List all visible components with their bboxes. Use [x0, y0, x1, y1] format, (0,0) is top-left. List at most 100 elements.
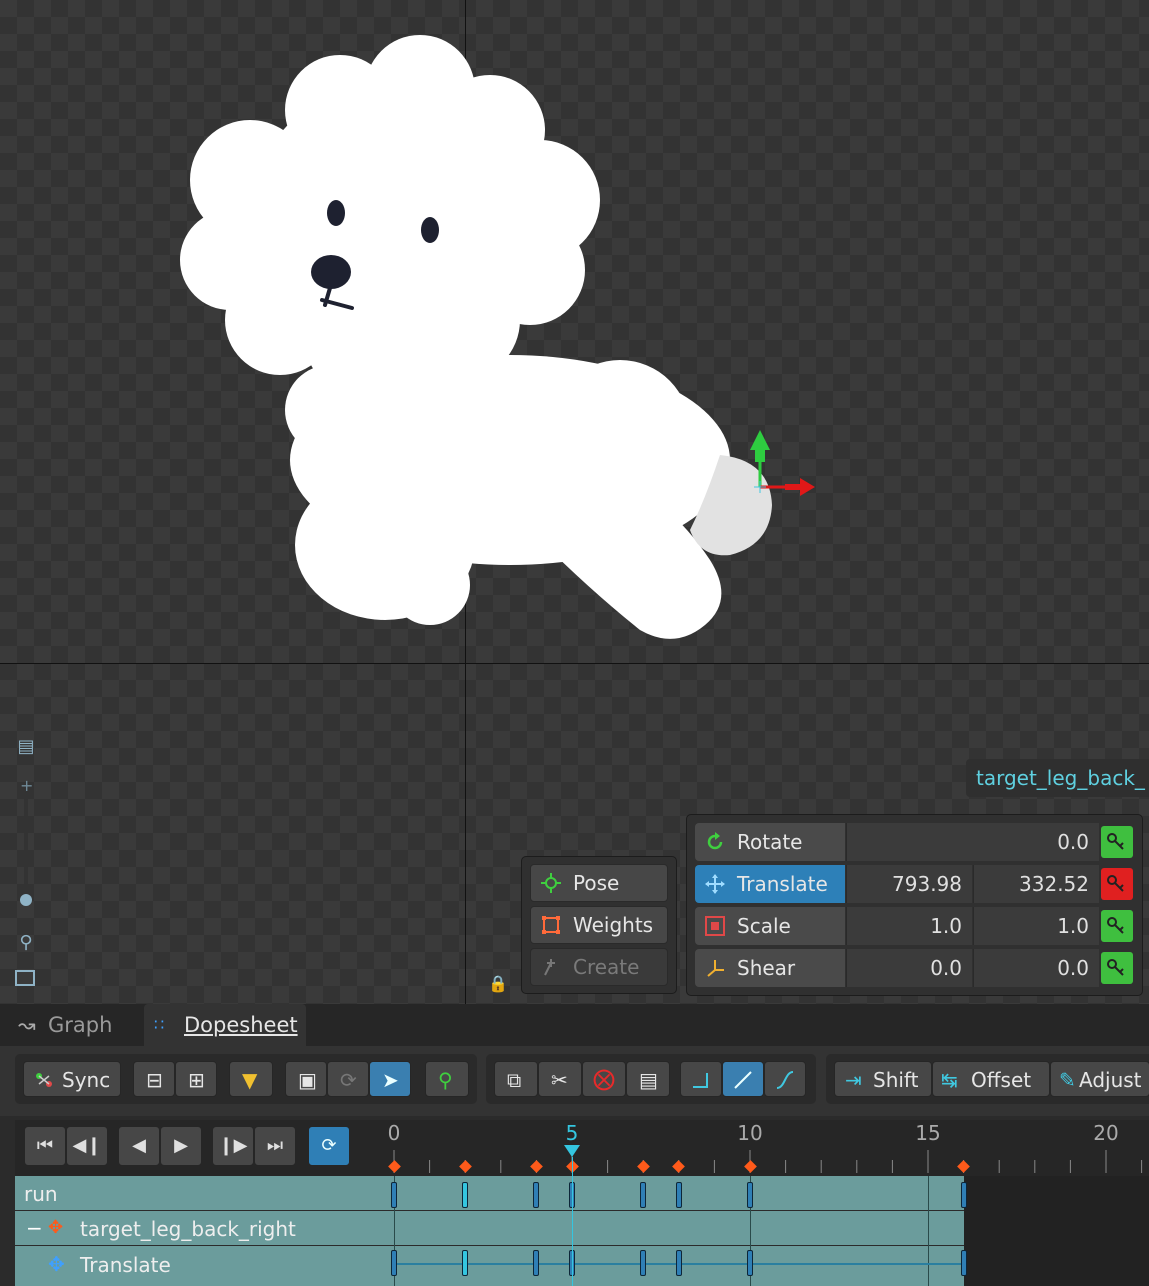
lock-button[interactable]: ▣: [285, 1061, 327, 1097]
keyframe[interactable]: [533, 1250, 540, 1276]
fit-view-icon[interactable]: [15, 970, 35, 986]
key-diamond[interactable]: [636, 1160, 650, 1173]
collapse-icon: ⊟: [146, 1068, 163, 1092]
expand-button[interactable]: ⊞: [175, 1061, 217, 1097]
keyframe[interactable]: [391, 1182, 397, 1208]
shift-button[interactable]: ⇥ Shift: [834, 1061, 932, 1097]
key-diamond[interactable]: [530, 1160, 543, 1173]
paste-button[interactable]: ▤: [626, 1061, 670, 1097]
dopesheet-timeline: ⏮ ◀❙ ◀ ▶ ❙▶ ⏭ ⟳ 0 5 10 15 20 run − ✥ target_…: [0, 1116, 1149, 1286]
scale-icon: [705, 916, 725, 936]
adjust-button[interactable]: ✎ Adjust: [1050, 1061, 1149, 1097]
translate-y-field[interactable]: 332.52: [973, 865, 1099, 903]
scale-label: Scale: [737, 914, 791, 938]
key-icon: [1107, 959, 1124, 976]
lock-icon[interactable]: 🔒: [488, 974, 508, 993]
delete-button[interactable]: ⨂: [582, 1061, 626, 1097]
translate-x-field[interactable]: 793.98: [846, 865, 972, 903]
ruler-icon[interactable]: ▤: [15, 736, 37, 758]
select-key-button[interactable]: ➤: [369, 1061, 411, 1097]
bottom-tab-bar: ↝ Graph ∷ Dopesheet: [0, 1004, 1149, 1046]
zoom-slider-handle[interactable]: [20, 894, 32, 906]
filter-icon: ▼: [242, 1068, 258, 1092]
shear-row: Shear 0.0 0.0: [695, 949, 1135, 987]
key-diamond[interactable]: [957, 1160, 970, 1173]
loop-key-button[interactable]: ⟳: [327, 1061, 369, 1097]
scale-key-button[interactable]: [1101, 910, 1133, 942]
tab-dopesheet[interactable]: ∷ Dopesheet: [144, 1004, 306, 1046]
keyframe-layer[interactable]: [0, 1116, 1149, 1286]
keyframe[interactable]: [960, 1182, 967, 1208]
delete-icon: ⨂: [593, 1067, 615, 1092]
pencil-icon: ✎: [1059, 1068, 1076, 1092]
pose-button[interactable]: Pose: [530, 864, 668, 902]
paste-icon: ▤: [639, 1068, 658, 1092]
key-icon: [1107, 833, 1124, 850]
shear-key-button[interactable]: [1101, 952, 1133, 984]
key-diamond[interactable]: [672, 1160, 686, 1173]
lock-icon: ▣: [298, 1068, 317, 1092]
shear-label-button[interactable]: Shear: [695, 949, 845, 987]
graph-icon: ↝: [18, 1013, 36, 1037]
sync-icon: [36, 1073, 52, 1087]
key-icon: [1107, 917, 1124, 934]
rotate-value-field[interactable]: 0.0: [846, 823, 1099, 861]
scissors-icon: ✂: [551, 1068, 568, 1092]
keyframe[interactable]: [640, 1182, 647, 1208]
tab-graph-label: Graph: [48, 1013, 113, 1037]
tool-mode-panel: Pose Weights Create: [521, 856, 677, 994]
keyframe[interactable]: [462, 1250, 469, 1276]
translate-gizmo[interactable]: [750, 430, 815, 496]
toolbar-group-right: ⇥ Shift ↹ Offset ✎ Adjust: [826, 1054, 1149, 1104]
translate-key-button[interactable]: [1101, 868, 1133, 900]
rotate-label-button[interactable]: Rotate: [695, 823, 845, 861]
filter-button[interactable]: ▼: [229, 1061, 273, 1097]
scale-y-field[interactable]: 1.0: [973, 907, 1099, 945]
keyframe[interactable]: [747, 1250, 753, 1276]
shear-icon: [707, 960, 724, 977]
keyframe[interactable]: [960, 1250, 967, 1276]
create-button[interactable]: Create: [530, 948, 668, 986]
shift-label: Shift: [873, 1068, 919, 1092]
zoom-slider[interactable]: [24, 792, 28, 902]
scale-label-button[interactable]: Scale: [695, 907, 845, 945]
collapse-button[interactable]: ⊟: [133, 1061, 175, 1097]
cut-button[interactable]: ✂: [538, 1061, 582, 1097]
keyframe[interactable]: [640, 1250, 647, 1276]
auto-key-button[interactable]: ⚲: [425, 1061, 469, 1097]
stepped-curve-button[interactable]: [680, 1061, 722, 1097]
translate-row: Translate 793.98 332.52: [695, 865, 1135, 903]
zoom-search-icon[interactable]: ⚲: [15, 932, 37, 954]
key-icon: [1107, 875, 1124, 892]
translate-icon: [705, 874, 725, 894]
key-diamond[interactable]: [387, 1160, 401, 1173]
rotate-key-button[interactable]: [1101, 826, 1133, 858]
tab-graph[interactable]: ↝ Graph: [10, 1004, 135, 1046]
keyframe[interactable]: [675, 1182, 682, 1208]
pose-label: Pose: [573, 871, 620, 895]
shear-y-field[interactable]: 0.0: [973, 949, 1099, 987]
playhead-line[interactable]: [572, 1157, 573, 1286]
key-diamond[interactable]: [743, 1160, 757, 1173]
keyframe[interactable]: [533, 1182, 540, 1208]
linear-curve-button[interactable]: [722, 1061, 764, 1097]
canvas-viewport[interactable]: ▤ + ⚲ 🔒 target_leg_back_ Pose Weights Cr…: [0, 0, 1149, 1004]
bezier-curve-button[interactable]: [764, 1061, 806, 1097]
copy-icon: ⧉: [507, 1068, 522, 1092]
weights-button[interactable]: Weights: [530, 906, 668, 944]
scale-x-field[interactable]: 1.0: [846, 907, 972, 945]
shift-icon: ⇥: [845, 1068, 862, 1092]
frame-divider: [928, 1176, 929, 1286]
keyframe[interactable]: [391, 1250, 397, 1276]
translate-label-button[interactable]: Translate: [695, 865, 845, 903]
keyframe[interactable]: [747, 1182, 753, 1208]
copy-button[interactable]: ⧉: [494, 1061, 538, 1097]
weights-label: Weights: [573, 913, 654, 937]
refresh-icon: ⟳: [340, 1068, 357, 1092]
keyframe[interactable]: [675, 1250, 682, 1276]
sync-button[interactable]: Sync: [23, 1061, 121, 1097]
shear-x-field[interactable]: 0.0: [846, 949, 972, 987]
keyframe[interactable]: [462, 1182, 469, 1208]
offset-button[interactable]: ↹ Offset: [932, 1061, 1050, 1097]
key-diamond[interactable]: [458, 1160, 472, 1173]
